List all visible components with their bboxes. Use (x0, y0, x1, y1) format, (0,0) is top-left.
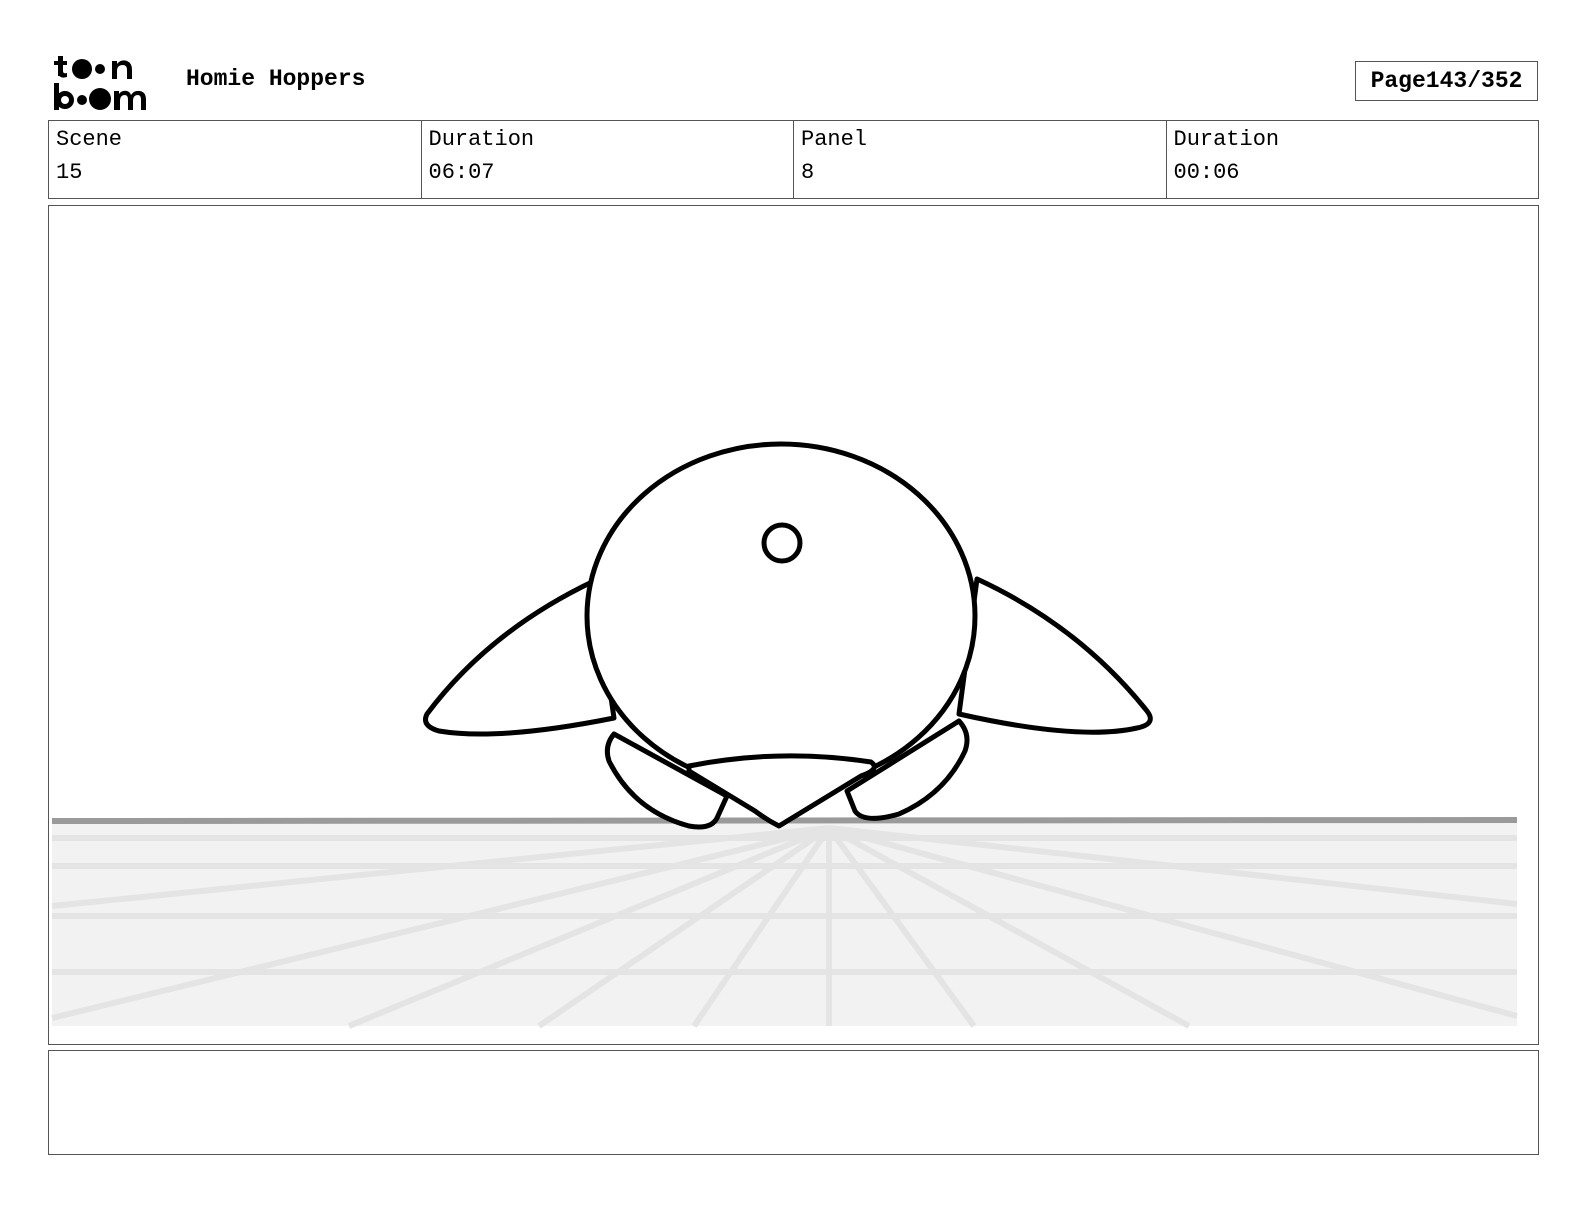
body (584, 441, 978, 791)
page-current: 143 (1425, 68, 1468, 94)
scene-cell: Scene 15 (49, 121, 422, 198)
scene-duration-cell: Duration 06:07 (422, 121, 794, 198)
scene-info-table: Scene 15 Duration 06:07 Panel 8 Duration… (48, 120, 1539, 199)
character-figure (423, 441, 1153, 830)
page-indicator: Page 143/352 (1355, 61, 1538, 101)
storyboard-panel[interactable] (48, 205, 1539, 1045)
panel-value: 8 (801, 160, 815, 185)
panel-duration-label: Duration (1173, 127, 1280, 152)
body-spot (761, 522, 803, 564)
project-title: Homie Hoppers (186, 66, 366, 92)
toon-boom-logo (52, 52, 164, 112)
scene-duration-label: Duration (428, 127, 535, 152)
page-label: Page (1370, 68, 1426, 94)
page-total: 352 (1481, 68, 1523, 94)
panel-notes-box[interactable] (48, 1050, 1539, 1155)
panel-label: Panel (801, 127, 868, 152)
panel-cell: Panel 8 (794, 121, 1167, 198)
floor-area (52, 821, 1517, 1026)
toon-boom-logo-mark (54, 56, 146, 110)
scene-label: Scene (56, 127, 123, 152)
panel-drawing (51, 441, 1518, 1029)
panel-duration-value: 00:06 (1173, 160, 1240, 185)
panel-duration-cell: Duration 00:06 (1167, 121, 1539, 198)
scene-value: 15 (56, 160, 83, 185)
scene-duration-value: 06:07 (428, 160, 495, 185)
right-wing (956, 576, 1153, 735)
